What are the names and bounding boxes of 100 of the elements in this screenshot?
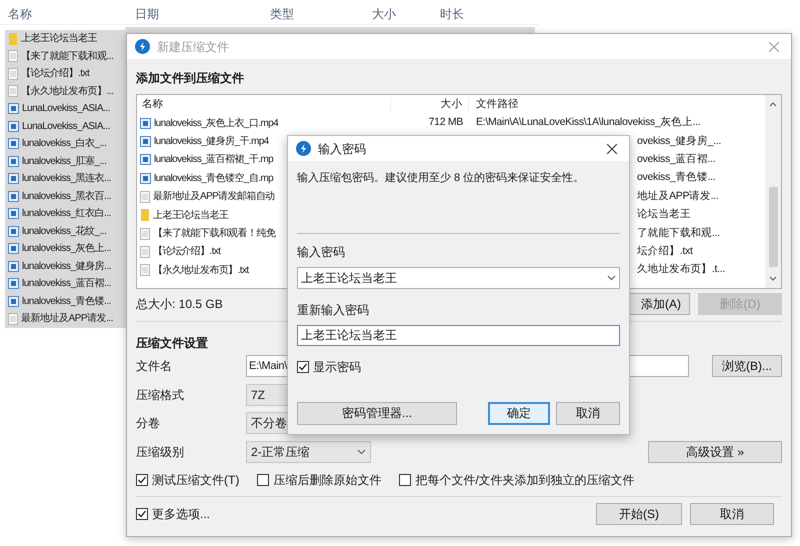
checkbox[interactable] [297,360,309,372]
option-label: 压缩后删除原始文件 [273,472,382,489]
file-name: lunalovekiss_花纹_... [22,224,106,239]
file-name: lunalovekiss_青色镂... [22,294,111,309]
file-row[interactable]: LunaLovekiss_ASIA... [5,118,127,135]
option-label: 更多选项... [152,506,210,523]
file-name: lunalovekiss_灰色上衣_口.mp4 [154,116,278,131]
file-row[interactable]: 【永久地址发布页】... [5,82,127,100]
file-row[interactable]: lunalovekiss_蓝百褶... [5,275,127,292]
file-name: lunalovekiss_灰色上... [22,242,111,256]
file-row[interactable]: 最新地址及APP请发... [5,310,127,328]
video-file-icon [8,156,19,167]
video-file-icon [140,172,151,184]
video-file-icon [8,226,19,237]
ok-button[interactable]: 确定 [488,402,550,424]
file-name: lunalovekiss_健身房... [22,260,111,274]
level-select[interactable]: 2-正常压缩 [246,440,371,463]
file-path: ovekiss_蓝百褶... [637,152,716,168]
file-row[interactable]: LunaLovekiss_ASIA... [5,100,127,118]
total-size: 总大小: 10.5 GB [136,296,223,313]
video-file-icon [140,118,151,129]
field-label: 分卷 [136,415,161,432]
file-name: lunalovekiss_蓝百褶... [22,276,111,292]
file-row[interactable]: lunalovekiss_红衣白... [5,205,127,222]
app-logo-icon [296,141,311,156]
password-combo[interactable]: 上老王论坛当老王 [297,266,620,288]
checkbox[interactable] [136,508,148,520]
field-label: 压缩格式 [136,386,185,404]
video-file-icon [8,173,19,184]
text-file-icon [140,228,150,240]
column-header[interactable]: 名称 [8,5,32,23]
file-row[interactable]: lunalovekiss_青色镂... [5,292,127,310]
column-header[interactable]: 大小 [372,5,396,23]
scrollbar[interactable] [765,95,781,288]
option-label: 测试压缩文件(T) [152,472,240,489]
text-file-icon [140,264,150,276]
checkbox[interactable] [399,474,412,486]
file-row[interactable]: lunalovekiss_健身房... [5,258,127,275]
advanced-settings-button[interactable]: 高级设置 » [648,440,782,463]
file-row[interactable]: lunalovekiss_黑连衣... [5,170,127,188]
file-name: lunalovekiss_红衣白... [22,206,111,222]
field-label: 压缩级别 [136,444,185,461]
video-file-icon [8,243,19,254]
video-file-icon [8,120,19,132]
column-header[interactable]: 类型 [270,5,294,23]
video-file-icon [8,190,19,202]
file-name: LunaLovekiss_ASIA... [22,120,110,134]
field-label: 重新输入密码 [297,302,369,318]
start-button[interactable]: 开始(S) [596,503,682,525]
text-file-icon [8,68,18,80]
cancel-button[interactable]: 取消 [690,503,774,525]
file-path: 了就能下载和观... [637,226,720,241]
scroll-down-icon[interactable] [769,276,777,281]
option-label: 把每个文件/文件夹添加到独立的压缩文件 [415,472,635,489]
hint-text: 输入压缩包密码。建议使用至少 8 位的密码来保证安全性。 [297,170,584,186]
file-path: E:\Main\A\LunaLoveKiss\1A\lunalovekiss_灰色上... [476,115,700,130]
text-file-icon [8,312,18,325]
video-file-icon [8,138,19,150]
file-path: ovekiss_青色镂... [637,170,716,186]
cancel-button[interactable]: 取消 [556,402,620,424]
chevron-down-icon [607,274,616,280]
file-name: 【来了就能下载和观... [21,50,114,64]
password-manager-button[interactable]: 密码管理器... [297,402,457,424]
file-name: lunalovekiss_黑连衣... [22,172,111,186]
column-header[interactable]: 名称 [137,96,391,112]
checkbox[interactable] [257,474,270,486]
file-name: lunalovekiss_肛塞_... [22,154,106,169]
scroll-up-icon[interactable] [769,102,777,107]
scrollbar-thumb[interactable] [768,187,778,267]
file-name: 【论坛介绍】.txt [21,66,90,82]
file-row[interactable]: lunalovekiss_黑衣百... [5,188,127,205]
file-path: 久地址发布页】.t... [637,262,725,278]
file-size: 712 MB [428,115,464,130]
chevron-down-icon [357,448,366,455]
column-header[interactable]: 时长 [440,5,464,23]
browse-button[interactable]: 浏览(B)... [712,355,782,378]
file-row[interactable]: lunalovekiss_白衣_... [5,135,127,152]
window-title: 输入密码 [318,140,366,158]
close-icon[interactable] [607,144,617,154]
file-row[interactable]: lunalovekiss_肛塞_... [5,152,127,170]
video-file-icon [140,136,151,148]
checkbox[interactable] [136,474,148,486]
video-file-icon [8,260,19,272]
text-file-icon [8,85,18,98]
file-name: 【来了就能下载和观看！纯免 [153,226,276,242]
file-name: 上老王论坛当老王 [153,208,228,223]
file-row[interactable]: 【论坛介绍】.txt [5,65,127,82]
app-logo-icon [135,39,150,54]
file-row[interactable]: lunalovekiss_灰色上... [5,240,127,258]
column-header[interactable]: 文件路径 [469,96,519,112]
column-header[interactable]: 大小 [391,96,469,112]
file-name: 最新地址及APP请发... [21,312,113,326]
file-row[interactable]: 【来了就能下载和观... [5,48,127,65]
file-row[interactable]: lunalovekiss_花纹_... [5,222,127,240]
confirm-password-field[interactable]: 上老王论坛当老王 [297,324,620,346]
file-row[interactable]: 上老王论坛当老王 [5,30,127,48]
text-file-icon [140,246,150,258]
file-name: 【永久地址发布页】.txt [153,264,249,278]
folder-icon [140,209,150,222]
column-header[interactable]: 日期 [135,5,159,23]
